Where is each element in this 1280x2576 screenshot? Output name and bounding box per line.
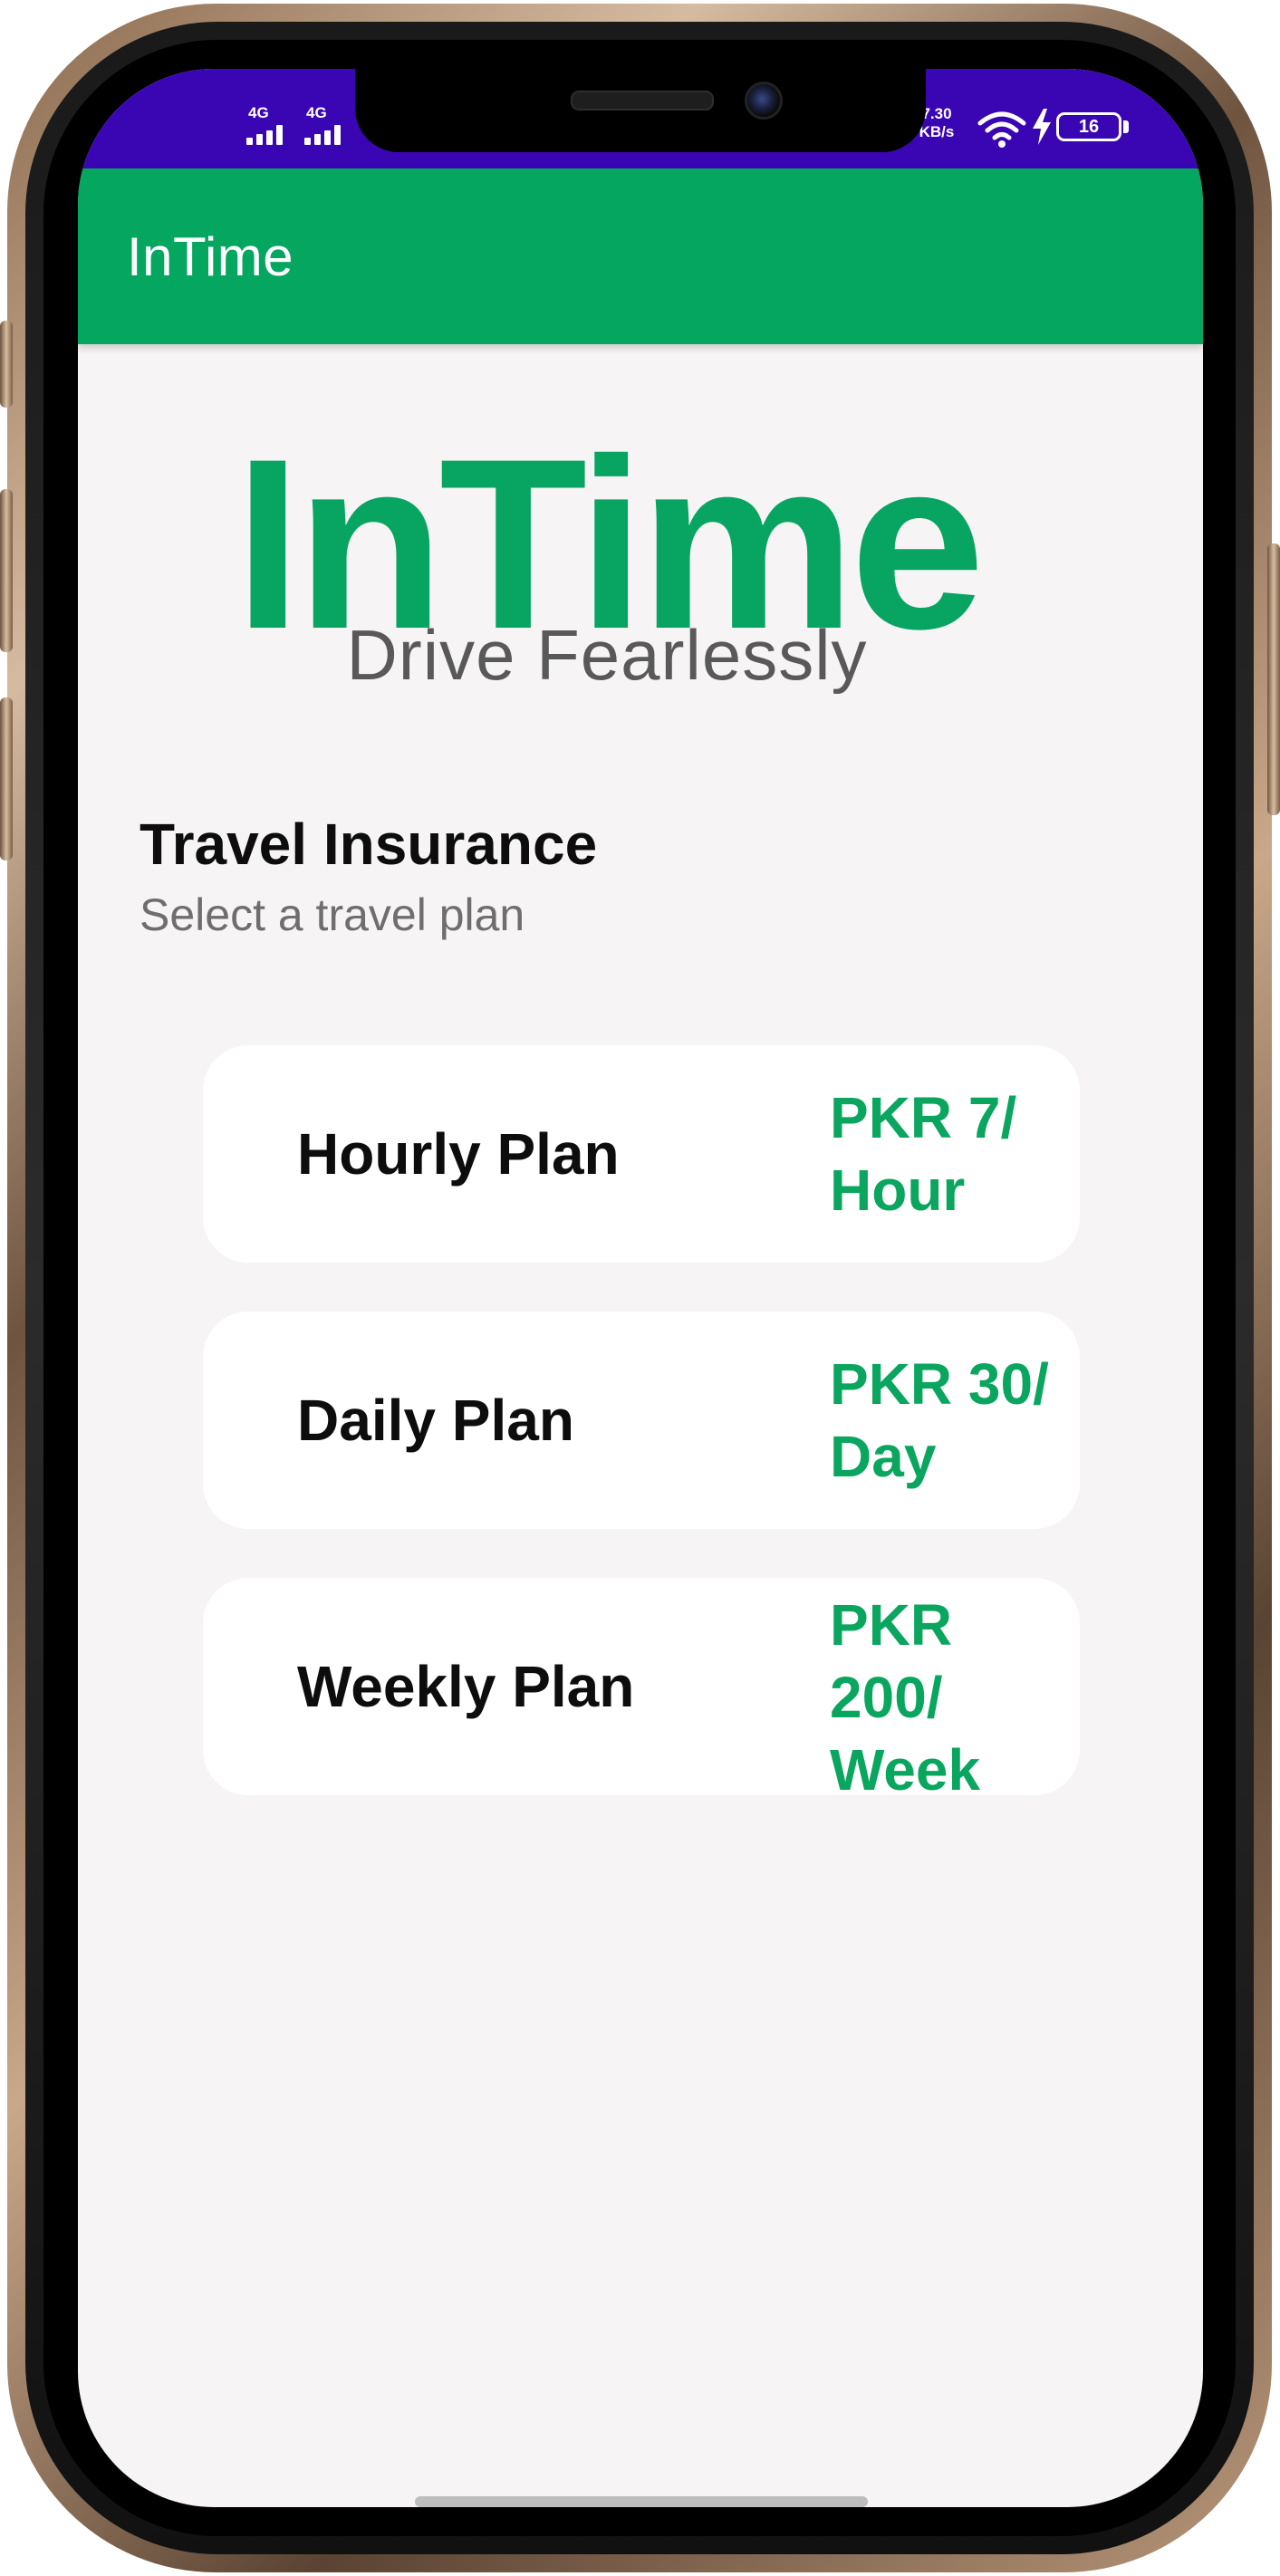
logo-tagline: Drive Fearlessly (346, 615, 868, 695)
camera-notch (355, 69, 926, 152)
sim2-label: 4G (306, 104, 327, 121)
charging-bolt-icon (1033, 109, 1051, 145)
plan-name: Hourly Plan (297, 1121, 620, 1187)
battery-level: 16 (1078, 117, 1100, 137)
plan-name: Weekly Plan (297, 1654, 635, 1719)
plan-price: PKR 200/ Week (830, 1592, 981, 1795)
sim1-label: 4G (248, 104, 269, 121)
plan-name: Daily Plan (297, 1388, 574, 1453)
earpiece-speaker (571, 91, 714, 111)
wifi-icon (977, 111, 1026, 148)
volume-up-button (0, 489, 13, 652)
app-bar-title: InTime (127, 226, 294, 287)
front-camera-icon (745, 82, 783, 120)
volume-button (0, 321, 13, 408)
plan-card-daily[interactable]: Daily Plan PKR 30/ Day (203, 1312, 1080, 1529)
section-subtitle: Select a travel plan (140, 889, 525, 940)
plan-card-weekly[interactable]: Weekly Plan PKR 200/ Week (203, 1578, 1080, 1795)
section-title: Travel Insurance (140, 812, 598, 877)
brand-logo: InTime Drive Fearlessly (217, 422, 996, 694)
plan-card-hourly[interactable]: Hourly Plan PKR 7/ Hour (203, 1045, 1080, 1263)
power-button (1267, 543, 1280, 815)
home-indicator[interactable] (415, 2496, 868, 2507)
screen: 4G 4G 7.30 KB/s 16 InTime InTime Drive F… (78, 69, 1203, 2507)
volume-down-button (0, 697, 13, 860)
plan-price: PKR 7/ Hour (830, 1085, 1017, 1223)
status-bar: 4G 4G 7.30 KB/s 16 (78, 69, 1203, 168)
battery-tip (1123, 120, 1129, 133)
battery-icon: 16 (1056, 112, 1121, 141)
plan-price: PKR 30/ Day (830, 1351, 1049, 1489)
app-bar: InTime (78, 168, 1203, 344)
